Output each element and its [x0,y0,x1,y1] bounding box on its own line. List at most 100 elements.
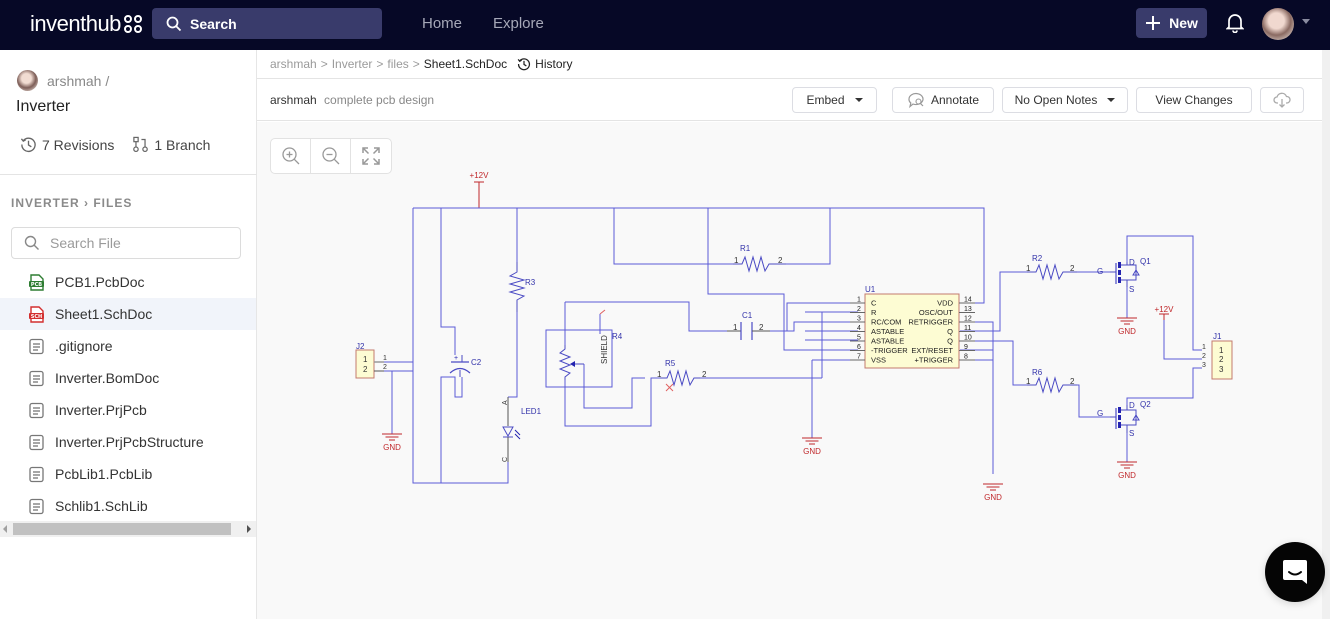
document-icon [28,370,45,387]
file-list-horizontal-scrollbar[interactable] [0,521,256,537]
resistor-r6[interactable]: R6 1 2 [1026,368,1077,392]
file-search[interactable] [11,227,241,259]
u1-pin-name: EXT/RESET [911,346,953,355]
file-item-inverter-prjpcb[interactable]: Inverter.PrjPcb [0,394,256,426]
pin-label: 1 [1219,346,1224,355]
u1-pin-number: 12 [964,316,972,323]
ref-label: R4 [612,332,623,341]
capacitor-c1[interactable]: C1 1 2 [727,311,770,340]
chat-support-button[interactable] [1265,542,1325,602]
file-item-pcblib1-pcblib[interactable]: PcbLib1.PcbLib [0,458,256,490]
user-avatar[interactable] [1262,8,1294,40]
view-changes-button[interactable]: View Changes [1136,87,1252,113]
power-port-12v: +12V [470,171,490,208]
scroll-right-arrow-icon[interactable] [247,525,251,533]
file-item-inverter-prjpcbstructure[interactable]: Inverter.PrjPcbStructure [0,426,256,458]
resistor-r3[interactable]: R3 [510,262,536,312]
capacitor-c2[interactable]: + C2 [450,355,482,377]
u1-pin-name: ASTABLE [871,337,904,346]
breadcrumb-repo[interactable]: Inverter [332,57,373,71]
ref-label: R2 [1032,254,1043,263]
connector-j1[interactable]: J1 1 2 3 1 2 3 [1202,332,1232,379]
logo-mark-icon [124,15,142,33]
nav-home-link[interactable]: Home [422,15,462,32]
breadcrumb-current-file: Sheet1.SchDoc [424,57,507,71]
pcb-file-icon: PCB [28,274,45,291]
zoom-out-button[interactable] [311,139,351,173]
file-item-gitignore[interactable]: .gitignore [0,330,256,362]
pin-label: G [1097,409,1103,418]
breadcrumb-separator: > [376,57,383,71]
connector-j2[interactable]: J2 1 2 1 2 [356,342,387,378]
files-breadcrumb: INVERTER › FILES [11,196,132,210]
pin-number: 2 [1202,353,1206,360]
file-name: Sheet1.SchDoc [55,306,152,322]
pin-label: C [502,457,509,462]
resistor-r2[interactable]: R2 1 2 [1026,254,1077,279]
pin-number: 1 [383,355,387,362]
file-name: PcbLib1.PcbLib [55,466,152,482]
annotate-button[interactable]: Annotate [892,87,994,113]
mosfet-q1[interactable]: G D S Q1 [1097,257,1151,294]
ref-label: C2 [471,358,482,367]
file-item-inverter-bomdoc[interactable]: Inverter.BomDoc [0,362,256,394]
breadcrumb-owner[interactable]: arshmah [270,57,317,71]
ic-u1[interactable]: U1 1C2R3RC/COM4ASTABLE5ASTABLE6-TRIGGER7… [850,285,975,368]
power-label: +12V [1155,305,1175,314]
schematic-drawing[interactable]: +12V [257,122,1322,619]
search-icon [166,16,182,32]
user-menu-caret-icon[interactable] [1302,19,1310,24]
file-list: PCB PCB1.PcbDoc SCH Sheet1.SchDoc .gitig… [0,266,256,522]
revisions-link[interactable]: 7 Revisions [20,136,114,153]
ref-label: LED1 [521,407,542,416]
owner-name-link[interactable]: arshmah / [47,73,109,89]
led1[interactable]: LED1 A C [502,397,542,462]
commit-message: complete pcb design [324,93,434,107]
document-icon [28,498,45,515]
resistor-r1[interactable]: R1 1 2 [733,244,786,271]
pin-label: 3 [1219,365,1224,374]
u1-pin-number: 11 [964,325,971,332]
global-search[interactable]: Search [152,8,382,39]
last-commit: arshmah complete pcb design [270,93,434,107]
commit-toolbar: arshmah complete pcb design Embed Annota… [257,80,1330,121]
download-button[interactable] [1260,87,1304,113]
file-name: Inverter.PrjPcbStructure [55,434,204,450]
repo-owner: arshmah / [17,70,109,91]
resistor-r5[interactable]: R5 1 2 [657,359,707,391]
u1-pin-number: 10 [964,335,972,342]
breadcrumb-files[interactable]: files [387,57,408,71]
zoom-out-icon [321,146,341,166]
main-vertical-scrollbar[interactable] [1322,50,1330,619]
scrollbar-thumb[interactable] [13,523,231,535]
fit-to-screen-button[interactable] [351,139,391,173]
open-notes-dropdown[interactable]: No Open Notes [1002,87,1128,113]
file-item-schlib1-schlib[interactable]: Schlib1.SchLib [0,490,256,522]
history-link[interactable]: History [517,57,572,71]
u1-pin-number: 7 [857,354,861,361]
chevron-down-icon [855,98,863,102]
file-item-pcb1-pcbdoc[interactable]: PCB PCB1.PcbDoc [0,266,256,298]
commit-author[interactable]: arshmah [270,93,317,107]
embed-dropdown[interactable]: Embed [792,87,877,113]
new-button[interactable]: New [1136,8,1207,38]
top-navigation: inventhub Search Home Explore New [0,0,1330,50]
expand-icon [361,146,381,166]
scroll-left-arrow-icon[interactable] [3,525,7,533]
zoom-in-button[interactable] [271,139,311,173]
pin-label: S [1129,429,1134,438]
nav-explore-link[interactable]: Explore [493,15,544,32]
inventhub-logo[interactable]: inventhub [30,11,142,37]
schematic-canvas[interactable]: +12V [257,122,1322,619]
file-item-sheet1-schdoc[interactable]: SCH Sheet1.SchDoc [0,298,256,330]
pin-label: 2 [759,323,764,332]
svg-text:PCB: PCB [31,281,42,287]
branches-link[interactable]: 1 Branch [132,136,210,153]
notifications-bell-icon[interactable] [1226,13,1244,33]
ref-label: R1 [740,244,751,253]
mosfet-q2[interactable]: G D S Q2 [1097,400,1151,438]
ground-label: GND [984,493,1002,502]
file-name: .gitignore [55,338,113,354]
file-search-input[interactable] [50,235,230,251]
branch-icon [132,136,149,153]
